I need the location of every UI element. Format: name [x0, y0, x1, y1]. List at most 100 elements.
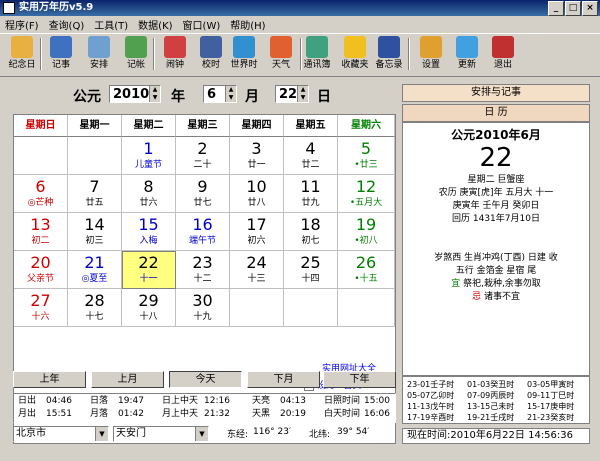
prev-month-button[interactable]: 上月 — [91, 371, 164, 388]
toolbar-update-button[interactable]: 更新 — [448, 36, 486, 74]
day-label: 日 — [317, 89, 331, 105]
empty-cell — [14, 137, 68, 175]
toolbar-notepad-button[interactable]: 记事 — [42, 36, 80, 74]
day-number: 8 — [143, 177, 154, 196]
toolbar-calendar-button[interactable]: 纪念日 — [3, 36, 41, 74]
next-year-button[interactable]: 下年 — [323, 371, 396, 388]
weekday-header: 星期六 — [338, 115, 395, 137]
month-spinner[interactable]: 6 ▲ ▼ — [203, 85, 237, 103]
day-cell[interactable]: 22 十一 — [122, 251, 176, 289]
info-value: 04:13 — [280, 396, 306, 406]
lunar-day: 父亲节 — [26, 274, 54, 284]
day-cell[interactable]: 16 端午节 — [176, 213, 230, 251]
day-cell[interactable]: 28 十七 — [68, 289, 122, 327]
day-detail: 公元2010年6月 22 星期二 巨蟹座 农历 庚寅[虎]年 五月大 十一 庚寅… — [402, 122, 590, 376]
month-spin-arrows-icon[interactable]: ▲ ▼ — [225, 86, 236, 102]
yi-label: 宜 — [451, 279, 461, 289]
info-value: 15:51 — [46, 409, 72, 419]
toolbar-star-button[interactable]: 收藏夹 — [336, 36, 374, 74]
day-number: 9 — [197, 177, 208, 196]
menu-query[interactable]: 查询(Q) — [44, 17, 90, 32]
hour-slot: 03-05甲寅时 — [527, 380, 575, 389]
lunar-day: 廿九 — [301, 198, 320, 208]
toolbar-schedule-button[interactable]: 安排 — [80, 36, 118, 74]
day-cell[interactable]: 18 初七 — [284, 213, 338, 251]
hour-slot: 21-23癸亥时 — [527, 413, 575, 422]
day-number: 1 — [143, 139, 154, 158]
day-cell[interactable]: 6 ◎芒种 — [14, 175, 68, 213]
day-cell[interactable]: 15 入梅 — [122, 213, 176, 251]
day-cell[interactable]: 1 儿童节 — [122, 137, 176, 175]
toolbar-ledger-button[interactable]: 记帐 — [117, 36, 155, 74]
toolbar-exit-button[interactable]: 退出 — [484, 36, 522, 74]
day-cell[interactable]: 24 十三 — [230, 251, 284, 289]
today-button[interactable]: 今天 — [169, 371, 242, 388]
spot-dropdown-icon[interactable]: ▼ — [195, 427, 208, 441]
day-cell[interactable]: 13 初二 — [14, 213, 68, 251]
day-cell[interactable]: 10 廿八 — [230, 175, 284, 213]
day-cell[interactable]: 12 •五月大 — [338, 175, 395, 213]
toolbar-address-book-button[interactable]: 通讯簿 — [298, 36, 336, 74]
menu-program[interactable]: 程序(F) — [0, 17, 44, 32]
day-cell[interactable]: 2 二十 — [176, 137, 230, 175]
menu-window[interactable]: 窗口(W) — [178, 17, 226, 32]
menu-data[interactable]: 数据(K) — [133, 17, 177, 32]
alarm-clock-icon — [164, 36, 186, 58]
toolbar-globe-button[interactable]: 世界时 — [225, 36, 263, 74]
day-cell[interactable]: 14 初三 — [68, 213, 122, 251]
toolbar-memo-button[interactable]: 备忘录 — [370, 36, 408, 74]
day-cell[interactable]: 19 •初八 — [338, 213, 395, 251]
close-button[interactable]: × — [582, 1, 598, 16]
hour-slot: 09-11丁巳时 — [527, 391, 575, 400]
menu-help[interactable]: 帮助(H) — [225, 17, 270, 32]
sun-moon-info: 日出 04:46 日落 19:47 日上中天 12:16 天亮 04:13 日照时间 15:00 月… — [13, 393, 396, 423]
title-bar[interactable]: 实用万年历v5.9 _ □ × — [0, 0, 600, 16]
city-select[interactable]: 北京市 ▼ — [13, 426, 109, 442]
next-month-button[interactable]: 下月 — [247, 371, 320, 388]
day-cell[interactable]: 11 廿九 — [284, 175, 338, 213]
tab-schedule-notes[interactable]: 安排与记事 — [402, 84, 590, 102]
lunar-day: 廿五 — [85, 198, 104, 208]
day-cell[interactable]: 7 廿五 — [68, 175, 122, 213]
year-spinner[interactable]: 2010 ▲ ▼ — [109, 85, 161, 103]
tab-calendar[interactable]: 日 历 — [402, 104, 590, 122]
schedule-icon — [88, 36, 110, 58]
prev-year-button[interactable]: 上年 — [13, 371, 86, 388]
day-cell[interactable]: 29 十八 — [122, 289, 176, 327]
menu-tools[interactable]: 工具(T) — [89, 17, 133, 32]
day-cell[interactable]: 26 •十五 — [338, 251, 395, 289]
day-cell[interactable]: 5 •廿三 — [338, 137, 395, 175]
spot-select[interactable]: 天安门 ▼ — [113, 426, 209, 442]
day-cell[interactable]: 25 十四 — [284, 251, 338, 289]
lunar-day: 初三 — [85, 236, 104, 246]
day-number: 30 — [192, 291, 213, 310]
toolbar-settings-button[interactable]: 设置 — [412, 36, 450, 74]
day-cell[interactable]: 21 ◎夏至 — [68, 251, 122, 289]
day-number: 2 — [197, 139, 208, 158]
lunar-day: 十七 — [85, 312, 104, 322]
lunar-day: •十五 — [354, 274, 378, 284]
day-spin-arrows-icon[interactable]: ▲ ▼ — [297, 86, 308, 102]
day-cell[interactable]: 9 廿七 — [176, 175, 230, 213]
day-cell[interactable]: 3 廿一 — [230, 137, 284, 175]
info-label: 天亮 — [252, 396, 271, 406]
info-value: 16:06 — [364, 409, 390, 419]
minimize-button[interactable]: _ — [548, 1, 564, 16]
day-cell[interactable]: 17 初六 — [230, 213, 284, 251]
info-value: 15:00 — [364, 396, 390, 406]
lunar-day: 廿八 — [247, 198, 266, 208]
maximize-button[interactable]: □ — [565, 1, 581, 16]
empty-cell — [284, 289, 338, 327]
day-cell[interactable]: 8 廿六 — [122, 175, 176, 213]
toolbar-alarm-clock-button[interactable]: 闹钟 — [156, 36, 194, 74]
toolbar-weather-button[interactable]: 天气 — [262, 36, 300, 74]
day-cell[interactable]: 20 父亲节 — [14, 251, 68, 289]
day-cell[interactable]: 27 十六 — [14, 289, 68, 327]
year-spin-arrows-icon[interactable]: ▲ ▼ — [149, 86, 160, 102]
city-dropdown-icon[interactable]: ▼ — [95, 427, 108, 441]
day-spinner[interactable]: 22 ▲ ▼ — [275, 85, 309, 103]
day-number: 24 — [246, 253, 267, 272]
day-cell[interactable]: 30 十九 — [176, 289, 230, 327]
day-cell[interactable]: 4 廿二 — [284, 137, 338, 175]
day-cell[interactable]: 23 十二 — [176, 251, 230, 289]
